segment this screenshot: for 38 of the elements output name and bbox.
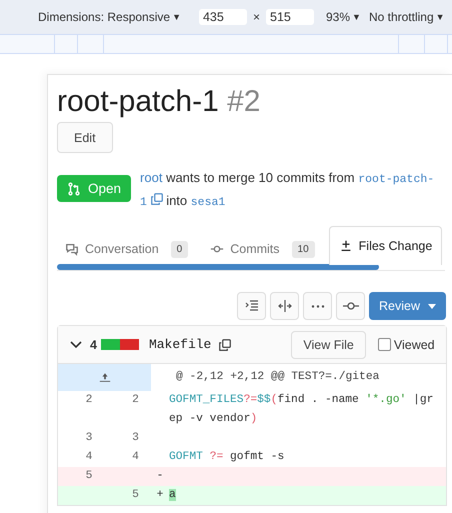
height-field[interactable]: 515 bbox=[266, 9, 314, 25]
viewed-checkbox[interactable]: Viewed bbox=[378, 338, 435, 352]
split-icon bbox=[278, 300, 292, 312]
hunk-header: @ -2,12 +2,12 @@ TEST?=./gitea bbox=[175, 370, 380, 385]
split-view-button[interactable] bbox=[270, 292, 299, 320]
review-button[interactable]: Review bbox=[369, 292, 446, 320]
tab[interactable]: Conversation 0 bbox=[57, 233, 196, 265]
branch-link[interactable]: sesa1 bbox=[190, 196, 226, 209]
tab[interactable]: Files Change bbox=[328, 226, 442, 265]
commit-icon bbox=[342, 302, 358, 310]
file-name: Makefile bbox=[148, 337, 212, 352]
plus-minus-icon bbox=[338, 239, 353, 253]
status-badge: Open bbox=[57, 175, 132, 202]
change-count: 4 bbox=[90, 338, 97, 352]
pr-title: root-patch-1 #2 bbox=[57, 85, 262, 119]
expand-up-icon bbox=[98, 372, 110, 383]
pull-request-icon bbox=[67, 182, 81, 196]
edit-button[interactable]: Edit bbox=[57, 122, 113, 153]
dimensions-dropdown[interactable]: Dimensions: Responsive ▼ bbox=[38, 10, 181, 24]
throttling-dropdown[interactable]: No throttling ▼ bbox=[368, 10, 445, 24]
caret-icon bbox=[428, 304, 436, 308]
copy-icon[interactable] bbox=[219, 338, 232, 350]
chevron-icon[interactable] bbox=[70, 340, 82, 348]
width-field[interactable]: 435 bbox=[198, 9, 247, 25]
chat-icon bbox=[65, 242, 79, 256]
list-icon bbox=[244, 300, 258, 312]
zoom-dropdown[interactable]: 93% ▼ bbox=[326, 10, 361, 24]
times-sign: × bbox=[252, 10, 260, 24]
merge-description: root wants to merge 10 commits from root-patch- 1 into sesa1 bbox=[140, 169, 436, 211]
file-tree-button[interactable] bbox=[237, 292, 266, 320]
branch-link[interactable]: 1 bbox=[140, 196, 147, 209]
branch-link[interactable]: root-patch- bbox=[358, 173, 434, 186]
ellipsis-icon bbox=[310, 304, 324, 308]
author-link[interactable]: root bbox=[140, 170, 162, 185]
commit-button[interactable] bbox=[336, 292, 365, 320]
tab[interactable]: Commits 10 bbox=[202, 233, 323, 265]
view-file-button[interactable]: View File bbox=[291, 330, 366, 358]
diff-stat-bar bbox=[100, 339, 139, 350]
